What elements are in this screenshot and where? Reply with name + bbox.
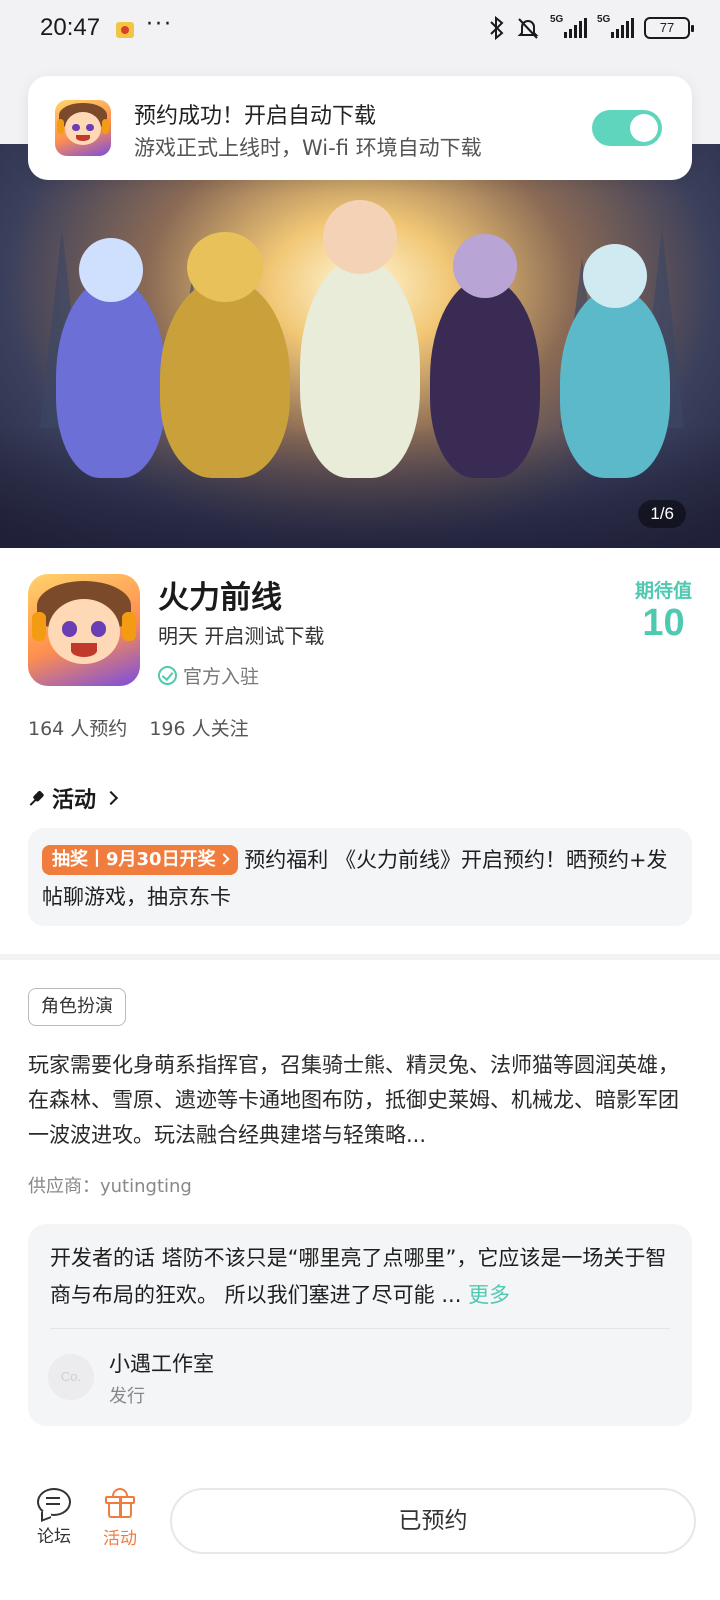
more-notifications-icon: ··· bbox=[146, 12, 173, 37]
status-indicators: 5G 5G 77 bbox=[488, 14, 694, 40]
reserved-button[interactable]: 已预约 bbox=[170, 1488, 696, 1554]
developer-words-text: 开发者的话 塔防不该只是“哪里亮了点哪里”，它应该是一场关于智商与布局的狂欢。 … bbox=[50, 1246, 667, 1307]
forum-chat-icon bbox=[37, 1488, 71, 1516]
verified-check-icon bbox=[158, 666, 177, 685]
expectation-value: 10 bbox=[642, 602, 685, 644]
notification-app-icon bbox=[116, 22, 134, 38]
nav-forum-label: 论坛 bbox=[37, 1527, 71, 1547]
developer-card-divider bbox=[50, 1328, 670, 1329]
expectation-label: 期待值 bbox=[634, 580, 692, 602]
status-time: 20:47 bbox=[40, 14, 101, 41]
game-description[interactable]: 玩家需要化身萌系指挥官，召集骑士熊、精灵兔、法师猫等圆润英雄，在森林、雪原、遗迹… bbox=[28, 1048, 692, 1153]
toggle-knob bbox=[630, 114, 658, 142]
game-release-status: 明天 开启测试下载 bbox=[158, 624, 325, 648]
game-stats: 164 人预约 196 人关注 bbox=[28, 714, 249, 741]
section-divider bbox=[0, 954, 720, 960]
developer-card[interactable]: 开发者的话 塔防不该只是“哪里亮了点哪里”，它应该是一场关于智商与布局的狂欢。 … bbox=[28, 1224, 692, 1426]
supplier-label: 供应商：yutingting bbox=[28, 1176, 192, 1197]
hero-swordsman bbox=[300, 200, 420, 478]
activity-heading: 活动 bbox=[52, 788, 97, 813]
nav-activity[interactable]: 活动 bbox=[94, 1488, 146, 1549]
gift-icon bbox=[105, 1488, 135, 1518]
chevron-right-icon bbox=[217, 853, 230, 865]
battery-icon: 77 bbox=[644, 17, 694, 39]
hero-sorceress bbox=[430, 234, 540, 478]
reservation-success-toast: 预约成功！开启自动下载 游戏正式上线时，Wi-fi 环境自动下载 bbox=[28, 76, 692, 180]
nav-forum[interactable]: 论坛 bbox=[28, 1488, 80, 1547]
chevron-right-icon bbox=[103, 790, 119, 806]
lottery-tag[interactable]: 抽奖丨9月30日开奖 bbox=[42, 845, 238, 875]
pin-icon bbox=[25, 787, 48, 810]
genre-tag[interactable]: 角色扮演 bbox=[28, 988, 126, 1026]
game-banner[interactable]: 1/6 bbox=[0, 144, 720, 548]
bluetooth-icon bbox=[490, 16, 504, 40]
follower-count: 196 人关注 bbox=[149, 718, 249, 740]
studio-avatar[interactable]: Co. bbox=[48, 1354, 94, 1400]
toast-subtitle: 游戏正式上线时，Wi-fi 环境自动下载 bbox=[134, 136, 482, 160]
banner-page-counter: 1/6 bbox=[638, 500, 686, 528]
developer-words: 开发者的话 塔防不该只是“哪里亮了点哪里”，它应该是一场关于智商与布局的狂欢。 … bbox=[50, 1240, 670, 1314]
activity-card[interactable]: 抽奖丨9月30日开奖 预约福利 《火力前线》开启预约！晒预约+发帖聊游戏，抽京东… bbox=[28, 828, 692, 926]
official-badge: 官方入驻 bbox=[158, 662, 259, 689]
studio-role: 发行 bbox=[109, 1386, 145, 1407]
official-label: 官方入驻 bbox=[183, 666, 260, 688]
toast-title: 预约成功！开启自动下载 bbox=[134, 104, 377, 129]
lottery-tag-label: 抽奖丨9月30日开奖 bbox=[52, 849, 216, 870]
hero-dwarf bbox=[160, 232, 290, 478]
status-bar: 20:47 ··· 5G 5G 77 bbox=[0, 0, 720, 62]
mute-bell-icon bbox=[517, 18, 539, 39]
nav-activity-label: 活动 bbox=[103, 1529, 137, 1549]
activity-section-header[interactable]: 活动 bbox=[25, 782, 119, 814]
auto-download-toggle[interactable] bbox=[592, 110, 662, 146]
expectation-score: 期待值 10 bbox=[635, 576, 692, 643]
hero-mage bbox=[56, 238, 166, 478]
game-title: 火力前线 bbox=[158, 580, 282, 616]
toast-game-icon bbox=[55, 100, 111, 156]
game-icon bbox=[28, 574, 140, 686]
signal-icon-2: 5G bbox=[597, 14, 634, 38]
reservation-count: 164 人预约 bbox=[28, 718, 128, 740]
studio-name[interactable]: 小遇工作室 bbox=[109, 1348, 214, 1378]
signal-icon-1: 5G bbox=[550, 14, 587, 38]
more-link[interactable]: 更多 bbox=[468, 1283, 510, 1307]
bottom-action-bar: 论坛 活动 已预约 bbox=[0, 1470, 720, 1600]
hero-mermaid bbox=[560, 244, 670, 478]
